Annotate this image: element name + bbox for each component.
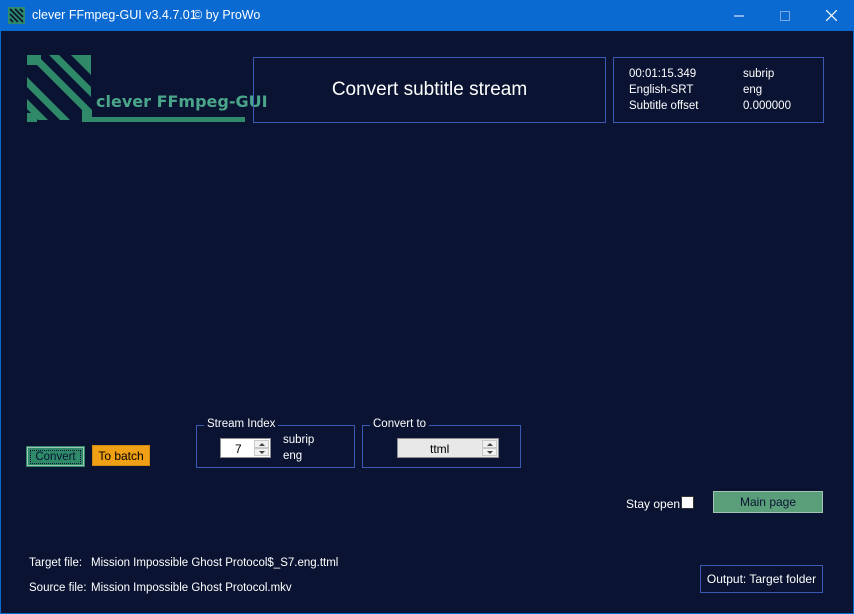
spin-up-button[interactable] (254, 440, 269, 448)
maximize-button[interactable] (762, 0, 808, 31)
stay-open-label: Stay open (626, 497, 681, 511)
convert-to-spinner[interactable]: ttml (397, 438, 499, 458)
source-file-label: Source file: (29, 582, 87, 594)
target-file-value: Mission Impossible Ghost Protocol$_S7.en… (91, 557, 339, 569)
minimize-icon (734, 15, 744, 16)
convert-to-group: Convert to ttml (362, 418, 521, 468)
offset-value: 0.000000 (743, 100, 791, 112)
chevron-up-icon (258, 442, 265, 446)
stream-index-codec: subrip (283, 434, 315, 446)
convert-to-spin-buttons[interactable] (482, 440, 497, 456)
offset-label: Subtitle offset (629, 100, 699, 112)
stream-name-text: English-SRT (629, 84, 694, 96)
codec-text: subrip (743, 68, 775, 80)
minimize-button[interactable] (716, 0, 762, 31)
app-icon (8, 7, 25, 24)
stream-index-value: 7 (235, 442, 242, 456)
chevron-down-icon (258, 450, 265, 454)
stream-index-spin-buttons[interactable] (254, 440, 269, 456)
language-text: eng (743, 84, 763, 96)
spin-down-button[interactable] (482, 448, 497, 456)
duration-text: 00:01:15.349 (629, 68, 697, 80)
convert-button[interactable]: Convert (26, 446, 85, 467)
window-title: clever FFmpeg-GUI v3.4.7.01 (32, 8, 197, 22)
chevron-down-icon (486, 450, 493, 454)
chevron-up-icon (486, 442, 493, 446)
stream-index-spinner[interactable]: 7 (220, 438, 271, 458)
main-page-button[interactable]: Main page (713, 491, 823, 513)
ffmpeg-logo-icon (27, 55, 245, 122)
stream-index-legend: Stream Index (204, 418, 279, 430)
close-button[interactable] (808, 0, 854, 31)
close-icon (825, 10, 837, 21)
stream-index-group: Stream Index 7 subrip eng (196, 418, 355, 468)
convert-button-label: Convert (30, 449, 81, 464)
output-target-folder-button[interactable]: Output: Target folder (700, 565, 823, 593)
logo-text: clever FFmpeg-GUI (96, 92, 268, 111)
stream-index-language: eng (283, 450, 303, 462)
to-batch-button[interactable]: To batch (92, 445, 150, 466)
title-bar: clever FFmpeg-GUI v3.4.7.01 © by ProWo (0, 0, 854, 31)
stream-info-box: 00:01:15.349 subrip English-SRT eng Subt… (613, 57, 824, 123)
header-box: Convert subtitle stream (253, 57, 606, 123)
window-copyright: © by ProWo (193, 8, 261, 22)
source-file-value: Mission Impossible Ghost Protocol.mkv (91, 582, 292, 594)
target-file-label: Target file: (29, 557, 83, 569)
page-title: Convert subtitle stream (331, 79, 528, 100)
stay-open-checkbox[interactable] (681, 496, 694, 509)
spin-up-button[interactable] (482, 440, 497, 448)
convert-to-value: ttml (430, 442, 450, 456)
convert-to-legend: Convert to (370, 418, 430, 430)
maximize-icon (780, 10, 790, 21)
spin-down-button[interactable] (254, 448, 269, 456)
